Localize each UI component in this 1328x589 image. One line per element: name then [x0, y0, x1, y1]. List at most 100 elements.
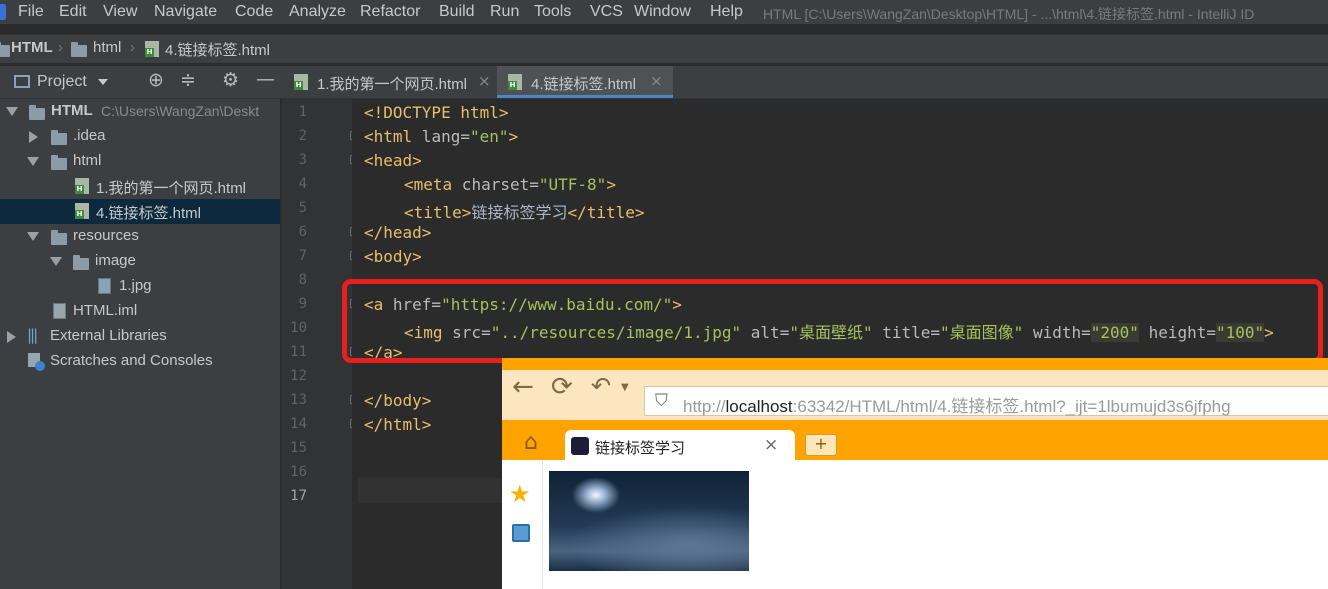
browser-sidebar: ★ [502, 460, 543, 589]
code-token: "UTF-8" [538, 175, 607, 194]
tree-item-html-folder[interactable]: html [0, 149, 280, 174]
folder-icon [51, 230, 67, 245]
line-number: 1 [298, 104, 307, 120]
tab-first-page[interactable]: 1.我的第一个网页.html × [282, 66, 497, 98]
tree-item-jpg[interactable]: 1.jpg [0, 274, 280, 299]
back-arrow-icon[interactable]: ← [512, 372, 534, 402]
module-file-icon [53, 303, 66, 319]
tree-item-external-libraries[interactable]: ||| External Libraries [0, 324, 280, 349]
url-path: :63342/HTML/html/4.链接标签.html?_ijt=1lbumu… [792, 397, 1231, 416]
line-number: 11 [290, 344, 307, 360]
html-file-icon [75, 203, 89, 219]
menu-run[interactable]: Run [490, 3, 519, 21]
close-icon[interactable]: × [478, 72, 491, 90]
url-prefix: http:// [683, 397, 726, 416]
menu-bar: File Edit View Navigate Code Analyze Ref… [0, 0, 1328, 24]
menu-edit[interactable]: Edit [59, 3, 87, 21]
code-token: > [508, 127, 519, 146]
tree-item-scratches[interactable]: Scratches and Consoles [0, 349, 280, 374]
menu-file[interactable]: File [18, 3, 44, 21]
menu-navigate[interactable]: Navigate [154, 3, 217, 21]
menu-code[interactable]: Code [235, 3, 273, 21]
chevron-down-icon[interactable] [98, 79, 108, 85]
line-number: 3 [298, 152, 307, 168]
breadcrumb-separator-icon: › [58, 39, 63, 56]
line-number: 16 [290, 464, 307, 480]
chevron-down-icon[interactable]: ▼ [621, 382, 629, 393]
menu-help[interactable]: Help [710, 3, 743, 21]
tree-item-file-4[interactable]: 4.链接标签.html [0, 199, 280, 224]
tab-label: 1.我的第一个网页.html [317, 76, 468, 93]
code-token: </body> [364, 391, 432, 410]
line-number: 8 [298, 272, 307, 288]
undo-icon[interactable]: ↶ [591, 372, 611, 400]
new-tab-button[interactable]: + [805, 434, 837, 456]
project-toolbar: Project ⊕ ≑ ⚙ — [0, 66, 282, 99]
bookmark-panel-icon[interactable] [512, 524, 530, 542]
favicon-icon [571, 437, 589, 455]
menu-build[interactable]: Build [439, 3, 475, 21]
collapse-all-icon[interactable]: ≑ [180, 69, 196, 91]
refresh-icon[interactable]: ⟳ [551, 372, 573, 402]
code-token: </title> [567, 203, 645, 222]
hide-panel-icon[interactable]: — [256, 68, 275, 90]
browser-tab[interactable]: 链接标签学习 × [565, 430, 795, 462]
close-icon[interactable]: × [764, 435, 778, 455]
address-bar[interactable]: ⛉ http://localhost:63342/HTML/html/4.链接标… [644, 386, 1328, 416]
tree-item-image[interactable]: image [0, 249, 280, 274]
line-number: 9 [298, 296, 307, 312]
tree-item-html-root[interactable]: HTML C:\Users\WangZan\Deskt [0, 99, 280, 124]
window-title: HTML [C:\Users\WangZan\Desktop\HTML] - .… [763, 6, 1255, 22]
line-number: 2 [298, 128, 307, 144]
home-icon[interactable]: ⌂ [524, 430, 538, 455]
locate-file-icon[interactable]: ⊕ [148, 69, 164, 91]
html-file-icon [145, 41, 159, 57]
gear-icon[interactable]: ⚙ [222, 69, 239, 91]
menu-view[interactable]: View [103, 3, 137, 21]
code-token: "en" [469, 127, 509, 146]
breadcrumb-project[interactable]: HTML [11, 39, 53, 56]
line-number: 17 [290, 488, 307, 504]
menu-tools[interactable]: Tools [534, 3, 571, 21]
intellij-logo-icon [0, 4, 6, 20]
breadcrumb-file[interactable]: 4.链接标签.html [165, 39, 270, 60]
menu-analyze[interactable]: Analyze [289, 3, 346, 21]
desktop-wallpaper-image[interactable] [549, 471, 749, 571]
project-tree: HTML C:\Users\WangZan\Deskt .idea html 1… [0, 99, 280, 589]
tab-link-tags[interactable]: 4.链接标签.html × [497, 66, 673, 98]
code-token: <head> [364, 151, 422, 170]
code-line-6: </head> [364, 223, 431, 242]
menu-refactor[interactable]: Refactor [360, 3, 420, 21]
tree-label: image [95, 252, 136, 269]
line-number: 10 [290, 320, 307, 336]
breadcrumb-folder[interactable]: html [93, 39, 121, 56]
shield-icon: ⛉ [655, 391, 668, 411]
tree-label: 1.我的第一个网页.html [96, 180, 247, 197]
close-icon[interactable]: × [650, 72, 663, 90]
project-view-selector[interactable]: Project [37, 73, 87, 91]
code-token: <body> [364, 247, 422, 266]
line-number: 4 [298, 176, 307, 192]
tree-label: .idea [73, 127, 106, 144]
menu-window[interactable]: Window [634, 3, 691, 21]
star-icon[interactable]: ★ [509, 480, 531, 508]
code-token: <meta [404, 175, 453, 194]
tree-path: C:\Users\WangZan\Deskt [101, 103, 260, 119]
code-line-13: </body> [364, 391, 431, 410]
code-line-2: <html lang="en"> [364, 127, 518, 146]
annotation-highlight-box [342, 279, 1323, 363]
code-line-7: <body> [364, 247, 422, 266]
code-token: 链接标签学习 [471, 203, 568, 222]
code-token: lang= [412, 127, 470, 146]
breadcrumb-separator-icon: › [130, 39, 135, 56]
tree-item-resources[interactable]: resources [0, 224, 280, 249]
tab-label: 4.链接标签.html [531, 76, 637, 93]
tree-item-file-1[interactable]: 1.我的第一个网页.html [0, 174, 280, 199]
tree-label: resources [73, 227, 139, 244]
clock-icon [35, 361, 45, 371]
tree-item-idea[interactable]: .idea [0, 124, 280, 149]
browser-toolbar: ← ⟳ ↶ ▼ ⛉ http://localhost:63342/HTML/ht… [502, 358, 1328, 428]
code-line-4: <meta charset="UTF-8"> [404, 175, 616, 194]
tree-item-iml[interactable]: HTML.iml [0, 299, 280, 324]
menu-vcs[interactable]: VCS [590, 3, 623, 21]
